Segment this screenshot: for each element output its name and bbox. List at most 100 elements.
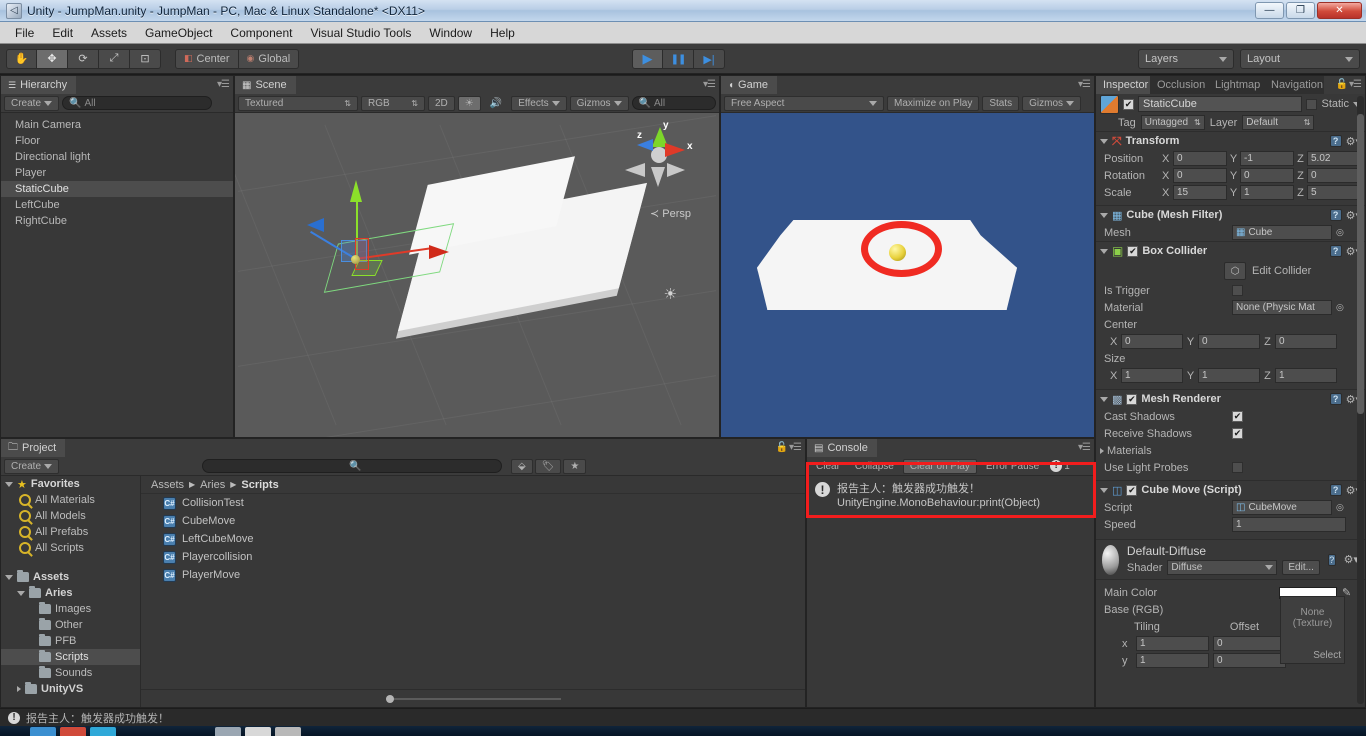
position-z-field[interactable]: 5.02 <box>1307 151 1361 166</box>
scene-options-icon[interactable]: ▾☰ <box>703 79 716 90</box>
console-message-row[interactable]: ! 报告主人：触发器成功触发！ UnityEngine.MonoBehaviou… <box>807 476 1094 516</box>
favorites-group[interactable]: ★ Favorites <box>1 476 140 492</box>
scene-view-axis-gizmo[interactable]: y x z <box>621 119 697 207</box>
box-collider-enabled-checkbox[interactable]: ✔ <box>1127 245 1139 257</box>
texture-select-button[interactable]: Select <box>1313 650 1341 661</box>
maximize-on-play-toggle[interactable]: Maximize on Play <box>887 95 980 111</box>
foldout-icon[interactable] <box>1100 138 1108 144</box>
position-y-field[interactable]: -1 <box>1240 151 1294 166</box>
tab-game[interactable]: ◖ Game <box>721 76 778 94</box>
hierarchy-item-directional-light[interactable]: Directional light <box>1 149 233 165</box>
project-folder-other[interactable]: Other <box>1 617 140 633</box>
taskbar-item[interactable] <box>245 726 271 736</box>
project-folder-aries[interactable]: Aries <box>1 585 140 601</box>
project-folder-unityvs[interactable]: UnityVS <box>1 681 140 697</box>
edit-collider-icon[interactable]: ⬡ <box>1224 262 1246 280</box>
rotate-tool-icon[interactable]: ⟳ <box>68 48 99 69</box>
scene-projection-label[interactable]: ≺ Persp <box>650 207 691 220</box>
taskbar-item[interactable] <box>275 726 301 736</box>
project-search-input[interactable]: 🔍 <box>202 459 503 473</box>
menu-assets[interactable]: Assets <box>82 24 136 42</box>
cube-move-enabled-checkbox[interactable]: ✔ <box>1126 484 1138 496</box>
foldout-icon[interactable] <box>1100 212 1108 218</box>
menu-component[interactable]: Component <box>221 24 301 42</box>
shader-edit-button[interactable]: Edit... <box>1282 560 1320 575</box>
taskbar-item[interactable] <box>60 726 86 736</box>
project-zoom-slider[interactable] <box>141 689 805 707</box>
play-button[interactable]: ▶ <box>632 49 663 69</box>
mesh-renderer-enabled-checkbox[interactable]: ✔ <box>1126 393 1138 405</box>
offset-x-field[interactable]: 0 <box>1213 636 1286 651</box>
scale-tool-icon[interactable]: ⤢ <box>99 48 130 69</box>
rotation-y-field[interactable]: 0 <box>1240 168 1294 183</box>
console-clear-button[interactable]: Clear <box>810 459 846 474</box>
console-collapse-toggle[interactable]: Collapse <box>849 459 900 474</box>
help-icon[interactable]: ? <box>1327 553 1336 566</box>
rect-tool-icon[interactable]: ⊡ <box>130 48 161 69</box>
project-folder-pfb[interactable]: PFB <box>1 633 140 649</box>
menu-visual-studio-tools[interactable]: Visual Studio Tools <box>301 24 420 42</box>
scene-viewport[interactable]: y x z ≺ Persp ☀ <box>235 113 719 437</box>
hierarchy-create-button[interactable]: Create <box>4 95 60 111</box>
asset-leftcubemove[interactable]: C# LeftCubeMove <box>141 530 805 548</box>
hierarchy-options-icon[interactable]: ▾☰ <box>217 79 230 90</box>
foldout-icon[interactable] <box>1100 248 1108 254</box>
help-icon[interactable]: ? <box>1329 484 1342 496</box>
hierarchy-item-main-camera[interactable]: Main Camera <box>1 117 233 133</box>
object-picker-icon[interactable]: ◎ <box>1336 302 1344 313</box>
console-clear-on-play-toggle[interactable]: Clear on Play <box>902 458 977 474</box>
mesh-filter-component-header[interactable]: ▦ Cube (Mesh Filter) ? ⚙▾ <box>1096 205 1365 224</box>
tiling-y-field[interactable]: 1 <box>1136 653 1209 668</box>
game-options-icon[interactable]: ▾☰ <box>1078 79 1091 90</box>
tag-dropdown[interactable]: Untagged ⇅ <box>1140 115 1205 130</box>
layers-dropdown[interactable]: Layers <box>1138 49 1234 69</box>
scene-2d-toggle[interactable]: 2D <box>428 95 455 111</box>
gameobject-enabled-checkbox[interactable]: ✔ <box>1123 98 1134 110</box>
rotation-z-field[interactable]: 0 <box>1307 168 1361 183</box>
menu-file[interactable]: File <box>6 24 43 42</box>
speed-field[interactable]: 1 <box>1232 517 1346 532</box>
tab-console[interactable]: ▤ Console <box>807 439 877 457</box>
help-icon[interactable]: ? <box>1329 209 1342 221</box>
asset-playercollision[interactable]: C# Playercollision <box>141 548 805 566</box>
project-folder-images[interactable]: Images <box>1 601 140 617</box>
hierarchy-item-rightcube[interactable]: RightCube <box>1 213 233 229</box>
foldout-icon[interactable] <box>5 481 13 487</box>
pause-button[interactable]: ❚❚ <box>663 49 694 69</box>
materials-row[interactable]: Materials <box>1096 442 1365 459</box>
scene-audio-toggle[interactable]: 🔊 <box>484 96 508 111</box>
step-button[interactable]: ▶| <box>694 49 725 69</box>
object-picker-icon[interactable]: ◎ <box>1336 227 1344 238</box>
tab-hierarchy[interactable]: ☰ Hierarchy <box>1 76 77 94</box>
move-tool-icon[interactable]: ✥ <box>37 48 68 69</box>
favorite-all-scripts[interactable]: All Scripts <box>1 540 140 556</box>
pivot-mode-button[interactable]: ◧ Center <box>175 48 239 69</box>
tab-scene[interactable]: ▦ Scene <box>235 76 296 94</box>
asset-cubemove[interactable]: C# CubeMove <box>141 512 805 530</box>
size-y-field[interactable]: 1 <box>1198 368 1260 383</box>
transform-component-header[interactable]: ⤧ Transform ? ⚙▾ <box>1096 131 1365 150</box>
script-object-field[interactable]: ◫ CubeMove <box>1232 500 1332 515</box>
rotation-x-field[interactable]: 0 <box>1173 168 1227 183</box>
assets-root[interactable]: Assets <box>1 569 140 585</box>
filter-by-label-icon[interactable]: 🏷 <box>534 458 562 474</box>
size-z-field[interactable]: 1 <box>1275 368 1337 383</box>
layer-dropdown[interactable]: Default ⇅ <box>1242 115 1315 130</box>
is-trigger-checkbox[interactable] <box>1232 285 1243 296</box>
tiling-x-field[interactable]: 1 <box>1136 636 1209 651</box>
layout-dropdown[interactable]: Layout <box>1240 49 1360 69</box>
project-folder-sounds[interactable]: Sounds <box>1 665 140 681</box>
menu-edit[interactable]: Edit <box>43 24 82 42</box>
scene-effects-dropdown[interactable]: Effects <box>511 95 567 111</box>
help-icon[interactable]: ? <box>1329 135 1342 147</box>
foldout-icon[interactable] <box>1100 447 1104 454</box>
center-y-field[interactable]: 0 <box>1198 334 1260 349</box>
asset-playermove[interactable]: C# PlayerMove <box>141 566 805 584</box>
inspector-options-icon[interactable]: 🔓 ▾☰ <box>1336 79 1362 90</box>
hierarchy-item-staticcube[interactable]: StaticCube <box>1 181 233 197</box>
favorite-all-materials[interactable]: All Materials <box>1 492 140 508</box>
static-checkbox[interactable] <box>1306 98 1318 110</box>
filter-by-type-icon[interactable]: ⬙ <box>511 458 533 474</box>
status-bar[interactable]: ! 报告主人：触发器成功触发！ <box>0 708 1366 726</box>
gameobject-name-field[interactable]: StaticCube <box>1138 96 1303 112</box>
